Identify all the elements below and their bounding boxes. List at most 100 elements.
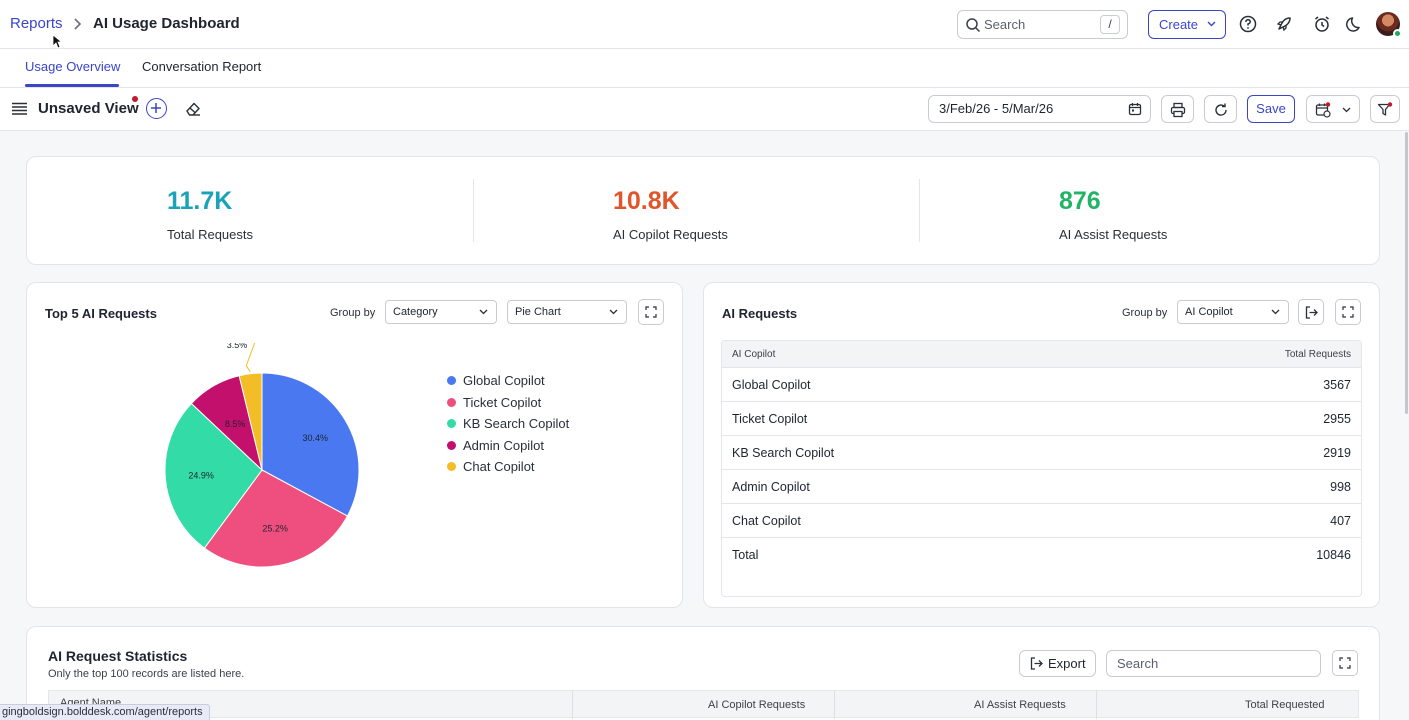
column-header-total-requested[interactable]: Total Requested <box>1245 699 1325 711</box>
row-name: Chat Copilot <box>732 514 801 528</box>
chart-type-value: Pie Chart <box>515 306 561 318</box>
legend-item[interactable]: Admin Copilot <box>447 438 544 453</box>
statistics-table-header: Agent Name AI Copilot Requests AI Assist… <box>48 690 1359 719</box>
expand-statistics-button[interactable] <box>1332 650 1358 676</box>
expand-icon <box>1339 657 1351 669</box>
pie-label-connector <box>245 343 256 373</box>
total-requests-value: 11.7K <box>167 187 233 215</box>
legend-item[interactable]: KB Search Copilot <box>447 416 569 431</box>
statistics-search-input[interactable]: Search <box>1106 650 1321 677</box>
add-view-button[interactable] <box>146 98 167 119</box>
tab-conversation-report[interactable]: Conversation Report <box>142 59 261 74</box>
expand-table-button[interactable] <box>1335 299 1361 325</box>
breadcrumb-reports-link[interactable]: Reports <box>10 15 63 32</box>
top5-card-title: Top 5 AI Requests <box>45 306 157 321</box>
chevron-down-icon <box>1342 107 1351 113</box>
export-table-button[interactable] <box>1298 299 1324 325</box>
table-row: Ticket Copilot 2955 <box>722 402 1361 436</box>
tab-usage-overview[interactable]: Usage Overview <box>25 59 120 74</box>
column-divider <box>834 691 835 719</box>
mouse-cursor-icon <box>52 34 62 49</box>
legend-label: KB Search Copilot <box>463 416 570 431</box>
copilot-requests-value: 10.8K <box>613 187 680 215</box>
unsaved-indicator-dot <box>132 96 138 102</box>
report-tabs: Usage Overview Conversation Report <box>0 49 1409 88</box>
ai-requests-group-by-select[interactable]: AI Copilot <box>1177 300 1289 324</box>
rocket-icon[interactable] <box>1274 14 1294 34</box>
refresh-button[interactable] <box>1204 95 1237 123</box>
help-icon[interactable] <box>1238 14 1258 34</box>
statistics-subtitle: Only the top 100 records are listed here… <box>48 668 245 680</box>
export-button[interactable]: Export <box>1019 650 1096 677</box>
group-by-value: AI Copilot <box>1185 306 1233 318</box>
search-shortcut-key: / <box>1100 15 1120 34</box>
print-button[interactable] <box>1161 95 1194 123</box>
user-avatar[interactable] <box>1376 12 1402 38</box>
total-requests-label: Total Requests <box>167 227 253 242</box>
dark-mode-moon-icon[interactable] <box>1345 14 1365 34</box>
row-value: 407 <box>1330 514 1351 528</box>
table-row: KB Search Copilot 2919 <box>722 436 1361 470</box>
chevron-down-icon <box>609 309 618 315</box>
chevron-right-icon <box>74 18 82 30</box>
legend-label: Global Copilot <box>463 373 545 388</box>
group-by-select[interactable]: Category <box>385 300 497 324</box>
status-bar-url: gingboldsign.bolddesk.com/agent/reports <box>0 704 210 720</box>
scheduler-dropdown-button[interactable] <box>1306 95 1360 123</box>
legend-item[interactable]: Chat Copilot <box>447 459 535 474</box>
table-row: Global Copilot 3567 <box>722 368 1361 402</box>
search-icon <box>966 18 981 33</box>
ai-requests-table: AI Copilot Total Requests Global Copilot… <box>721 340 1362 597</box>
legend-label: Chat Copilot <box>463 459 535 474</box>
eraser-icon[interactable] <box>185 100 202 117</box>
date-range-picker[interactable]: 3/Feb/26 - 5/Mar/26 <box>928 95 1151 123</box>
top-bar: Reports AI Usage Dashboard Search / Crea… <box>0 0 1409 49</box>
alarm-clock-icon[interactable] <box>1312 14 1332 34</box>
kpi-divider <box>919 179 920 242</box>
filter-button[interactable] <box>1370 95 1400 123</box>
row-name: Total <box>732 548 759 562</box>
scrollbar-thumb[interactable] <box>1405 132 1408 414</box>
view-title[interactable]: Unsaved View <box>38 100 139 117</box>
pie-chart: 30.4% 25.2% 24.9% 8.5% 3.5% <box>164 343 360 568</box>
row-value: 3567 <box>1323 378 1351 392</box>
column-header-assist-requests[interactable]: AI Assist Requests <box>974 699 1066 711</box>
menu-icon[interactable] <box>12 102 27 115</box>
column-header-total[interactable]: Total Requests <box>1285 349 1351 360</box>
global-search-input[interactable]: Search / <box>957 10 1128 39</box>
legend-label: Admin Copilot <box>463 437 544 453</box>
expand-chart-button[interactable] <box>638 299 664 325</box>
printer-icon <box>1170 102 1186 118</box>
column-header-copilot-requests[interactable]: AI Copilot Requests <box>708 699 805 711</box>
legend-swatch <box>447 376 456 385</box>
calendar-icon <box>1128 103 1142 116</box>
export-icon <box>1305 306 1318 319</box>
row-name: KB Search Copilot <box>732 446 835 460</box>
active-tab-indicator <box>25 84 119 87</box>
save-button[interactable]: Save <box>1247 95 1295 123</box>
kpi-divider <box>473 179 474 242</box>
row-name: Ticket Copilot <box>732 412 808 426</box>
group-by-label: Group by <box>330 307 376 319</box>
online-status-dot <box>1393 29 1402 38</box>
legend-label: Ticket Copilot <box>463 394 542 410</box>
create-button[interactable]: Create <box>1148 10 1226 39</box>
filter-icon <box>1377 102 1393 116</box>
dashboard-content: 11.7K Total Requests 10.8K AI Copilot Re… <box>0 131 1404 720</box>
legend-swatch <box>447 397 456 407</box>
table-total-row: Total 10846 <box>722 538 1361 572</box>
chevron-down-icon <box>1271 309 1280 315</box>
chevron-down-icon <box>479 309 488 315</box>
plus-icon <box>151 103 161 113</box>
legend-item[interactable]: Ticket Copilot <box>447 395 541 410</box>
ai-requests-card-title: AI Requests <box>722 306 798 321</box>
expand-icon <box>645 306 657 318</box>
ai-requests-card: AI Requests Group by AI Copilot AI Copil… <box>703 282 1380 608</box>
refresh-icon <box>1215 103 1227 116</box>
column-header-copilot[interactable]: AI Copilot <box>732 349 775 360</box>
create-button-label: Create <box>1159 17 1199 32</box>
table-header: AI Copilot Total Requests <box>722 341 1361 368</box>
legend-item[interactable]: Global Copilot <box>447 373 545 388</box>
pie-slice-label: 24.9% <box>188 470 214 480</box>
chart-type-select[interactable]: Pie Chart <box>507 300 627 324</box>
